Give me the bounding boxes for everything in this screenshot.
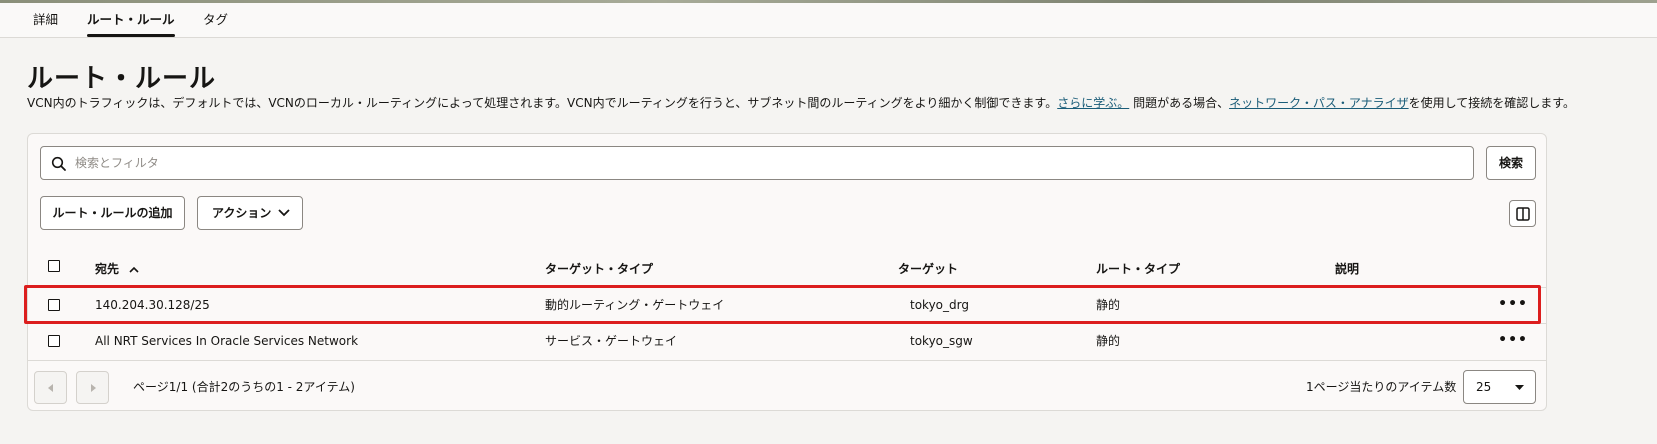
header-target-type: ターゲット・タイプ [545,262,654,276]
tab-tags[interactable]: タグ [203,3,228,37]
next-page-button[interactable] [76,371,109,404]
header-description: 説明 [1335,262,1360,276]
items-per-page-value: 25 [1476,380,1492,394]
search-icon [51,156,66,171]
tab-bar: 詳細 ルート・ルール タグ [0,3,1657,38]
select-all-checkbox[interactable] [48,260,60,272]
add-route-rule-button[interactable]: ルート・ルールの追加 [40,196,185,230]
sort-ascending-icon [129,266,139,273]
description-text-3: を使用して接続を確認します。 [1408,96,1576,110]
caret-left-icon [48,384,53,392]
items-per-page-select[interactable]: 25 [1463,370,1536,404]
tab-route-rules[interactable]: ルート・ルール [87,3,175,37]
route-rules-panel: 検索とフィルタ 検索 ルート・ルールの追加 アクション 宛先 ターゲット・タイプ… [27,133,1547,411]
row-checkbox[interactable] [48,335,60,347]
row-checkbox[interactable] [48,299,60,311]
caret-right-icon [91,384,96,392]
table-row[interactable]: 140.204.30.128/25 動的ルーティング・ゲートウェイ tokyo_… [28,287,1546,323]
header-target: ターゲット [898,262,959,276]
page-info: ページ1/1 (合計2のうちの1 - 2アイテム) [133,380,355,394]
row-actions-menu[interactable]: ••• [1498,288,1528,320]
header-route-type: ルート・タイプ [1096,262,1181,276]
caret-down-icon [1515,385,1524,390]
cell-destination: All NRT Services In Oracle Services Netw… [95,334,359,348]
column-settings-button[interactable] [1509,200,1536,227]
cell-target-type: 動的ルーティング・ゲートウェイ [545,298,725,312]
header-destination[interactable]: 宛先 [95,260,139,277]
cell-route-type: 静的 [1096,298,1121,312]
header-destination-label: 宛先 [95,262,120,276]
columns-icon [1516,207,1530,221]
table-row[interactable]: All NRT Services In Oracle Services Netw… [28,323,1546,359]
cell-destination: 140.204.30.128/25 [95,298,210,312]
cell-target: tokyo_sgw [910,334,973,348]
items-per-page-label: 1ページ当たりのアイテム数 [1306,380,1457,394]
page-title: ルート・ルール [27,64,217,94]
actions-label: アクション [212,206,272,220]
row-actions-menu[interactable]: ••• [1498,324,1528,356]
page-description: VCN内のトラフィックは、デフォルトでは、VCNのローカル・ルーティングによって… [27,93,1642,113]
network-path-analyzer-link[interactable]: ネットワーク・パス・アナライザ [1229,96,1409,110]
search-button[interactable]: 検索 [1486,146,1536,180]
description-text: VCN内のトラフィックは、デフォルトでは、VCNのローカル・ルーティングによって… [27,96,1058,110]
learn-more-link[interactable]: さらに学ぶ。 [1057,96,1129,110]
cell-target: tokyo_drg [910,298,969,312]
tab-details[interactable]: 詳細 [33,3,58,37]
search-input[interactable]: 検索とフィルタ [40,146,1474,180]
cell-target-type: サービス・ゲートウェイ [545,334,678,348]
description-text-2: 問題がある場合、 [1129,96,1230,110]
pagination-bar: ページ1/1 (合計2のうちの1 - 2アイテム) 1ページ当たりのアイテム数 … [28,360,1546,410]
cell-route-type: 静的 [1096,334,1121,348]
previous-page-button[interactable] [34,371,67,404]
chevron-down-icon [278,209,290,217]
search-placeholder: 検索とフィルタ [75,156,159,170]
actions-dropdown-button[interactable]: アクション [197,196,303,230]
